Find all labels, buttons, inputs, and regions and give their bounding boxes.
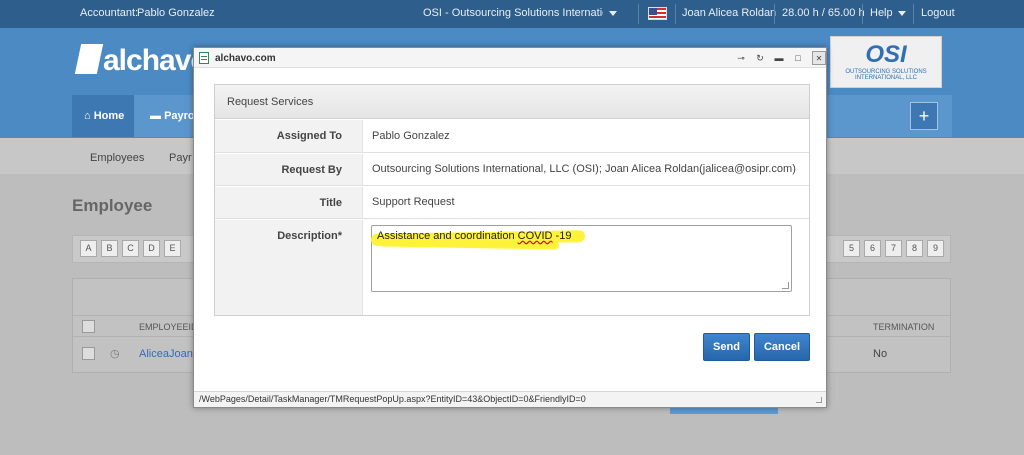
payroll-icon: ▬: [150, 110, 165, 122]
assigned-to-value: Pablo Gonzalez: [372, 130, 450, 142]
description-row: Description* Assistance and coordination…: [215, 220, 809, 315]
divider: [774, 4, 775, 24]
column-header-termination[interactable]: TERMINATION: [873, 322, 934, 332]
subnav-item-employees[interactable]: Employees: [90, 152, 144, 164]
document-icon: [199, 52, 209, 64]
digit-filter-5[interactable]: 5: [843, 240, 860, 257]
cancel-button[interactable]: Cancel: [754, 333, 810, 361]
top-bar: Accountant: Pablo Gonzalez OSI - Outsour…: [0, 0, 1024, 28]
title-value: Support Request: [372, 196, 455, 208]
partner-logo-subtext: OUTSOURCING SOLUTIONS INTERNATIONAL, LLC: [845, 69, 927, 81]
resize-handle[interactable]: [782, 282, 789, 289]
close-icon[interactable]: ✕: [812, 51, 826, 65]
popup-titlebar[interactable]: alchavo.com ⊸ ↻ ▬ □ ✕: [194, 48, 826, 68]
status-bar: /WebPages/Detail/TaskManager/TMRequestPo…: [194, 391, 826, 407]
nav-payroll-label: Payro: [164, 110, 195, 122]
help-menu[interactable]: Help: [870, 7, 906, 19]
accountant-name: Pablo Gonzalez: [137, 7, 215, 19]
title-label: Title: [319, 197, 342, 209]
employee-link[interactable]: AliceaJoan: [139, 348, 193, 360]
divider: [913, 4, 914, 24]
popup-window-title: alchavo.com: [215, 53, 276, 64]
letter-filter-a[interactable]: A: [80, 240, 97, 257]
digit-filter-8[interactable]: 8: [906, 240, 923, 257]
panel-header: Request Services: [215, 85, 809, 119]
reload-icon[interactable]: ↻: [753, 51, 767, 65]
partner-logo: OSI OUTSOURCING SOLUTIONS INTERNATIONAL,…: [830, 36, 942, 88]
description-textarea[interactable]: Assistance and coordination COVID -19: [370, 225, 792, 292]
description-text-part: Assistance and coordination: [377, 230, 518, 242]
letter-filter-c[interactable]: C: [122, 240, 139, 257]
add-button[interactable]: +: [910, 102, 938, 130]
title-row: Title Support Request: [215, 187, 809, 219]
request-by-value: Outsourcing Solutions International, LLC…: [372, 163, 796, 175]
divider: [675, 4, 676, 24]
help-dropdown-icon: [897, 10, 906, 16]
digit-filter-7[interactable]: 7: [885, 240, 902, 257]
divider: [862, 4, 863, 24]
user-name[interactable]: Joan Alicea Roldan: [682, 7, 776, 19]
digit-filter-6[interactable]: 6: [864, 240, 881, 257]
history-icon[interactable]: ◷: [110, 347, 120, 360]
app-logo[interactable]: alchavo: [74, 44, 209, 78]
pin-icon[interactable]: ⊸: [734, 51, 748, 65]
nav-item-payroll[interactable]: ▬ Payro: [138, 95, 195, 137]
request-services-popup: alchavo.com ⊸ ↻ ▬ □ ✕ Request Services A…: [193, 47, 827, 408]
description-text-part: -19: [552, 230, 572, 242]
request-services-panel: Request Services Assigned To Pablo Gonza…: [214, 84, 810, 316]
nav-home-label: Home: [93, 110, 125, 122]
letter-filter-e[interactable]: E: [164, 240, 181, 257]
request-by-row: Request By Outsourcing Solutions Interna…: [215, 154, 809, 186]
page-title: Employee: [72, 196, 153, 215]
status-url: /WebPages/Detail/TaskManager/TMRequestPo…: [199, 394, 586, 404]
maximize-icon[interactable]: □: [791, 51, 805, 65]
assigned-to-label: Assigned To: [276, 130, 342, 142]
row-checkbox[interactable]: [82, 347, 95, 360]
hours-counter: 28.00 h / 65.00 h: [782, 7, 865, 19]
divider: [638, 4, 639, 24]
column-header-employeeid[interactable]: EMPLOYEEID: [139, 322, 198, 332]
letter-filter-b[interactable]: B: [101, 240, 118, 257]
panel-title: Request Services: [227, 96, 314, 108]
assigned-to-row: Assigned To Pablo Gonzalez: [215, 120, 809, 153]
accountant-label: Accountant:: [80, 7, 139, 19]
digit-filter-9[interactable]: 9: [927, 240, 944, 257]
logo-mark-icon: [74, 44, 104, 74]
partner-logo-text: OSI: [865, 41, 907, 68]
subnav-item-payroll[interactable]: Payr: [169, 152, 192, 164]
request-by-label: Request By: [281, 164, 342, 176]
company-dropdown-icon[interactable]: [604, 7, 617, 19]
send-button[interactable]: Send: [703, 333, 750, 361]
description-text: Assistance and coordination COVID -19: [370, 230, 586, 250]
nav-item-home[interactable]: ⌂ Home: [72, 95, 134, 137]
resize-grip-icon[interactable]: [816, 397, 822, 403]
select-all-checkbox[interactable]: [82, 320, 95, 333]
description-misspelled-word: COVID: [517, 230, 553, 242]
description-label: Description*: [277, 230, 342, 242]
logout-link[interactable]: Logout: [921, 7, 955, 19]
company-selector[interactable]: OSI - Outsourcing Solutions Internationa…: [423, 7, 603, 19]
termination-value: No: [873, 348, 888, 360]
us-flag-icon[interactable]: [648, 7, 667, 20]
minimize-icon[interactable]: ▬: [772, 51, 786, 65]
home-icon: ⌂: [84, 110, 94, 122]
help-label: Help: [870, 7, 893, 19]
letter-filter-d[interactable]: D: [143, 240, 160, 257]
